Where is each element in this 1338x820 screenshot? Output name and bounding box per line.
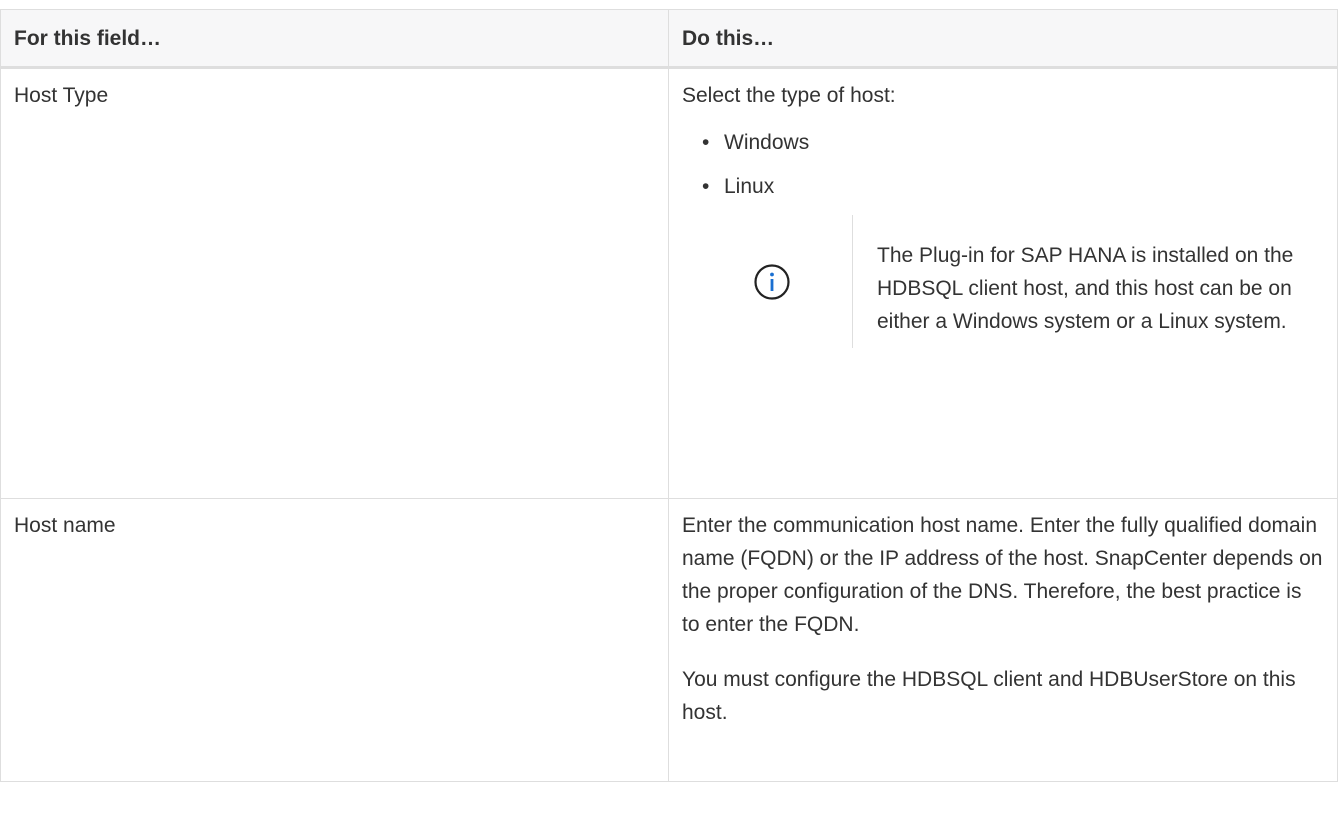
info-circle-icon — [754, 263, 790, 300]
field-host-name: Host name — [0, 498, 669, 782]
host-name-paragraph: Enter the communication host name. Enter… — [682, 514, 1323, 636]
host-name-paragraph: You must configure the HDBSQL client and… — [682, 668, 1296, 724]
header-field: For this field… — [0, 9, 669, 69]
action-host-type: Select the type of host: Windows Linux T… — [668, 67, 1338, 499]
table-row: Host name Enter the communication host n… — [0, 498, 1338, 782]
header-action: Do this… — [668, 9, 1338, 69]
list-item: Windows — [702, 126, 1324, 159]
action-host-name: Enter the communication host name. Enter… — [668, 498, 1338, 782]
table-row: Host Type Select the type of host: Windo… — [0, 67, 1338, 499]
host-type-options: Windows Linux — [682, 126, 1324, 203]
host-type-intro: Select the type of host: — [682, 84, 896, 107]
field-description-table: For this field… Do this… Host Type Selec… — [0, 9, 1338, 782]
note-icon-container — [692, 215, 853, 348]
field-host-type: Host Type — [0, 67, 669, 499]
note-text: The Plug-in for SAP HANA is installed on… — [877, 244, 1294, 333]
list-item: Linux — [702, 170, 1324, 203]
admonition-note: The Plug-in for SAP HANA is installed on… — [692, 215, 1312, 348]
table-header-row: For this field… Do this… — [0, 9, 1338, 69]
